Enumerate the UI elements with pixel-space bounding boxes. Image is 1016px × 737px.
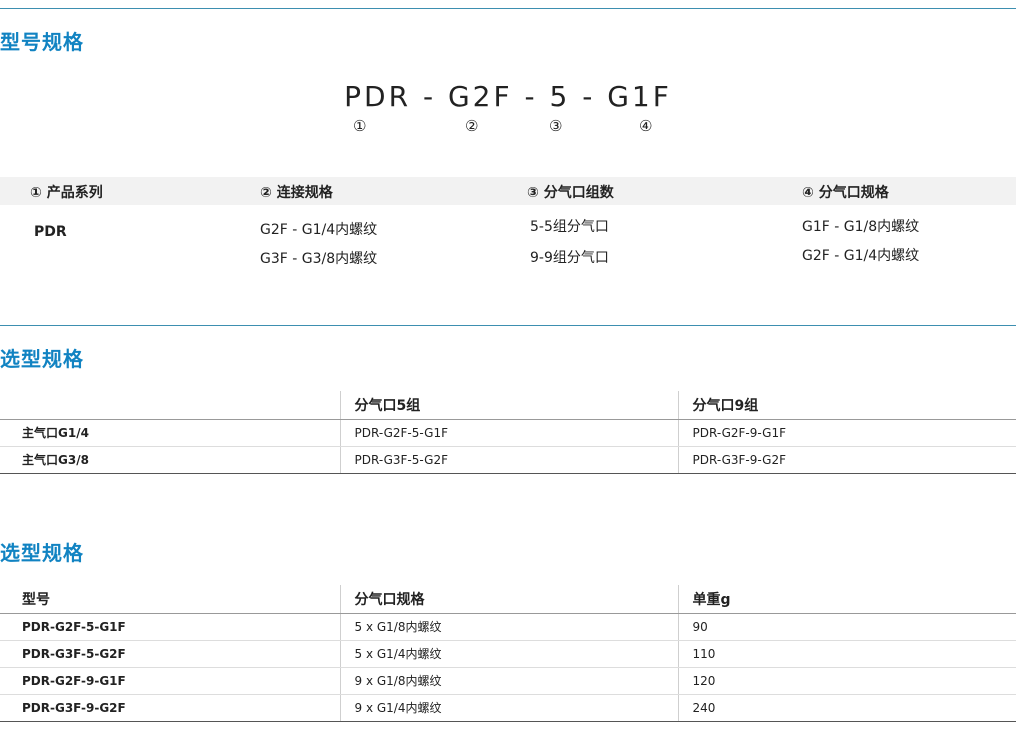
model-marker-2: ② [465, 117, 479, 135]
table-header-cell [0, 391, 340, 420]
table-header-cell: 单重g [677, 585, 1016, 614]
table-cell: PDR-G2F-5-G1F [339, 419, 678, 447]
table-cell: 110 [677, 640, 1016, 668]
table-cell: PDR-G3F-5-G2F [0, 640, 340, 668]
table-cell: 主气口G1/4 [0, 419, 340, 447]
model-marker-1: ① [353, 117, 367, 135]
table-cell: 120 [677, 667, 1016, 695]
spec-header-outlet-groups: ③ 分气口组数 [527, 185, 614, 201]
table-row: 主气口G3/8 PDR-G3F-5-G2F PDR-G3F-9-G2F [0, 446, 1016, 474]
section-title-selection-1: 选型规格 [0, 347, 84, 371]
table-cell: 9 x G1/4内螺纹 [339, 694, 678, 722]
spec-header-series: ① 产品系列 [30, 185, 103, 201]
table-cell: PDR-G2F-5-G1F [0, 613, 340, 641]
section-title-model-spec: 型号规格 [0, 30, 84, 54]
section-title-selection-2: 选型规格 [0, 541, 84, 565]
spec-outlet-item-2: G2F - G1/4内螺纹 [802, 248, 920, 264]
selection-table: 分气口5组 分气口9组 主气口G1/4 PDR-G2F-5-G1F PDR-G2… [0, 391, 1016, 474]
spec-outlet-item-1: G1F - G1/8内螺纹 [802, 219, 920, 235]
table-cell: 5 x G1/8内螺纹 [339, 613, 678, 641]
table-header-cell: 分气口9组 [677, 391, 1016, 420]
table-header-row: 型号 分气口规格 单重g [0, 585, 1016, 614]
table-cell: PDR-G3F-9-G2F [677, 446, 1016, 474]
model-marker-3: ③ [549, 117, 563, 135]
table-cell: 主气口G3/8 [0, 446, 340, 474]
spec-header-connection: ② 连接规格 [260, 185, 333, 201]
table-header-cell: 分气口5组 [339, 391, 678, 420]
table-cell: PDR-G3F-9-G2F [0, 694, 340, 722]
weight-table: 型号 分气口规格 单重g PDR-G2F-5-G1F 5 x G1/8内螺纹 9… [0, 585, 1016, 722]
table-row: PDR-G2F-5-G1F 5 x G1/8内螺纹 90 [0, 613, 1016, 641]
table-row: PDR-G3F-9-G2F 9 x G1/4内螺纹 240 [0, 694, 1016, 722]
spec-connection-item-1: G2F - G1/4内螺纹 [260, 222, 378, 238]
spec-header-outlet-spec: ④ 分气口规格 [802, 185, 889, 201]
section2-divider [0, 325, 1016, 326]
table-cell: 240 [677, 694, 1016, 722]
table-cell: PDR-G3F-5-G2F [339, 446, 678, 474]
table-cell: 5 x G1/4内螺纹 [339, 640, 678, 668]
table-header-cell: 型号 [0, 585, 340, 614]
spec-connection-item-2: G3F - G3/8内螺纹 [260, 251, 378, 267]
table-header-cell: 分气口规格 [339, 585, 678, 614]
table-row: PDR-G2F-9-G1F 9 x G1/8内螺纹 120 [0, 667, 1016, 695]
table-cell: 90 [677, 613, 1016, 641]
spec-groups-item-2: 9-9组分气口 [530, 250, 609, 266]
model-code: PDR - G2F - 5 - G1F [344, 80, 672, 113]
spec-header-bar: ① 产品系列 ② 连接规格 ③ 分气口组数 ④ 分气口规格 [0, 177, 1016, 205]
spec-groups-item-1: 5-5组分气口 [530, 219, 609, 235]
table-row: 主气口G1/4 PDR-G2F-5-G1F PDR-G2F-9-G1F [0, 419, 1016, 447]
table-cell: PDR-G2F-9-G1F [0, 667, 340, 695]
table-cell: PDR-G2F-9-G1F [677, 419, 1016, 447]
table-header-row: 分气口5组 分气口9组 [0, 391, 1016, 420]
model-marker-4: ④ [639, 117, 653, 135]
table-row: PDR-G3F-5-G2F 5 x G1/4内螺纹 110 [0, 640, 1016, 668]
table-cell: 9 x G1/8内螺纹 [339, 667, 678, 695]
top-divider [0, 8, 1016, 9]
spec-series-value: PDR [34, 224, 67, 240]
